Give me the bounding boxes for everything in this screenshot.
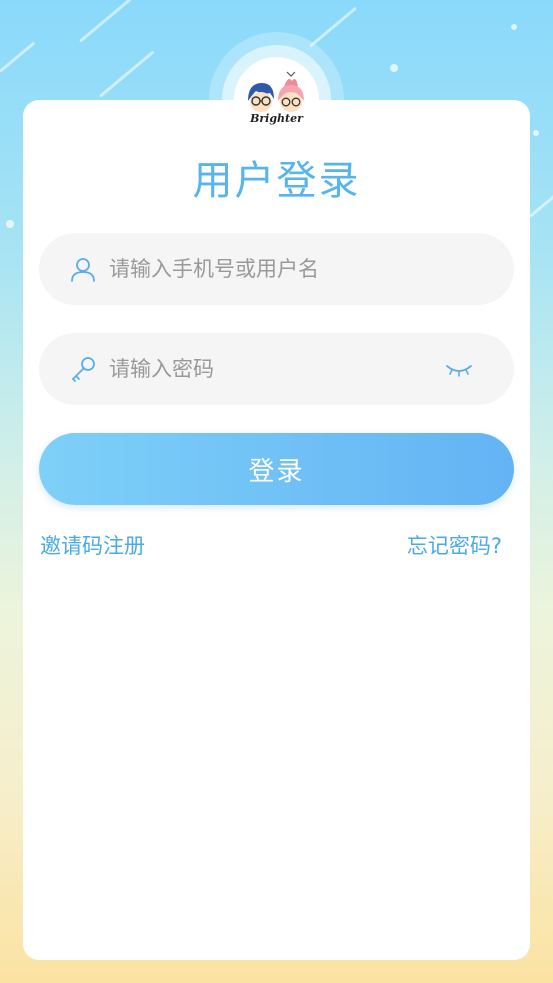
login-button[interactable]: 登录 (39, 433, 514, 505)
brand-logo-text: Brighter (250, 112, 303, 125)
background-sparkle (533, 130, 539, 136)
background-sparkle (390, 64, 398, 72)
background-sparkle (511, 24, 517, 30)
key-icon (69, 355, 97, 383)
page-title: 用户登录 (192, 158, 361, 204)
password-field[interactable] (39, 333, 514, 405)
username-input[interactable] (109, 233, 429, 305)
user-icon (69, 255, 97, 283)
background-sparkle (6, 220, 14, 228)
eye-closed-icon[interactable] (444, 359, 474, 379)
background-streak (79, 0, 150, 43)
forgot-password-link[interactable]: 忘记密码? (407, 530, 502, 560)
couple-cartoon-logo-icon (248, 71, 304, 112)
invite-register-link[interactable]: 邀请码注册 (40, 530, 145, 560)
background-streak (99, 50, 155, 98)
background-streak (309, 6, 357, 48)
brand-logo: Brighter (234, 57, 319, 142)
username-field[interactable] (39, 233, 514, 305)
background-streak (0, 41, 36, 73)
password-input[interactable] (109, 333, 429, 405)
